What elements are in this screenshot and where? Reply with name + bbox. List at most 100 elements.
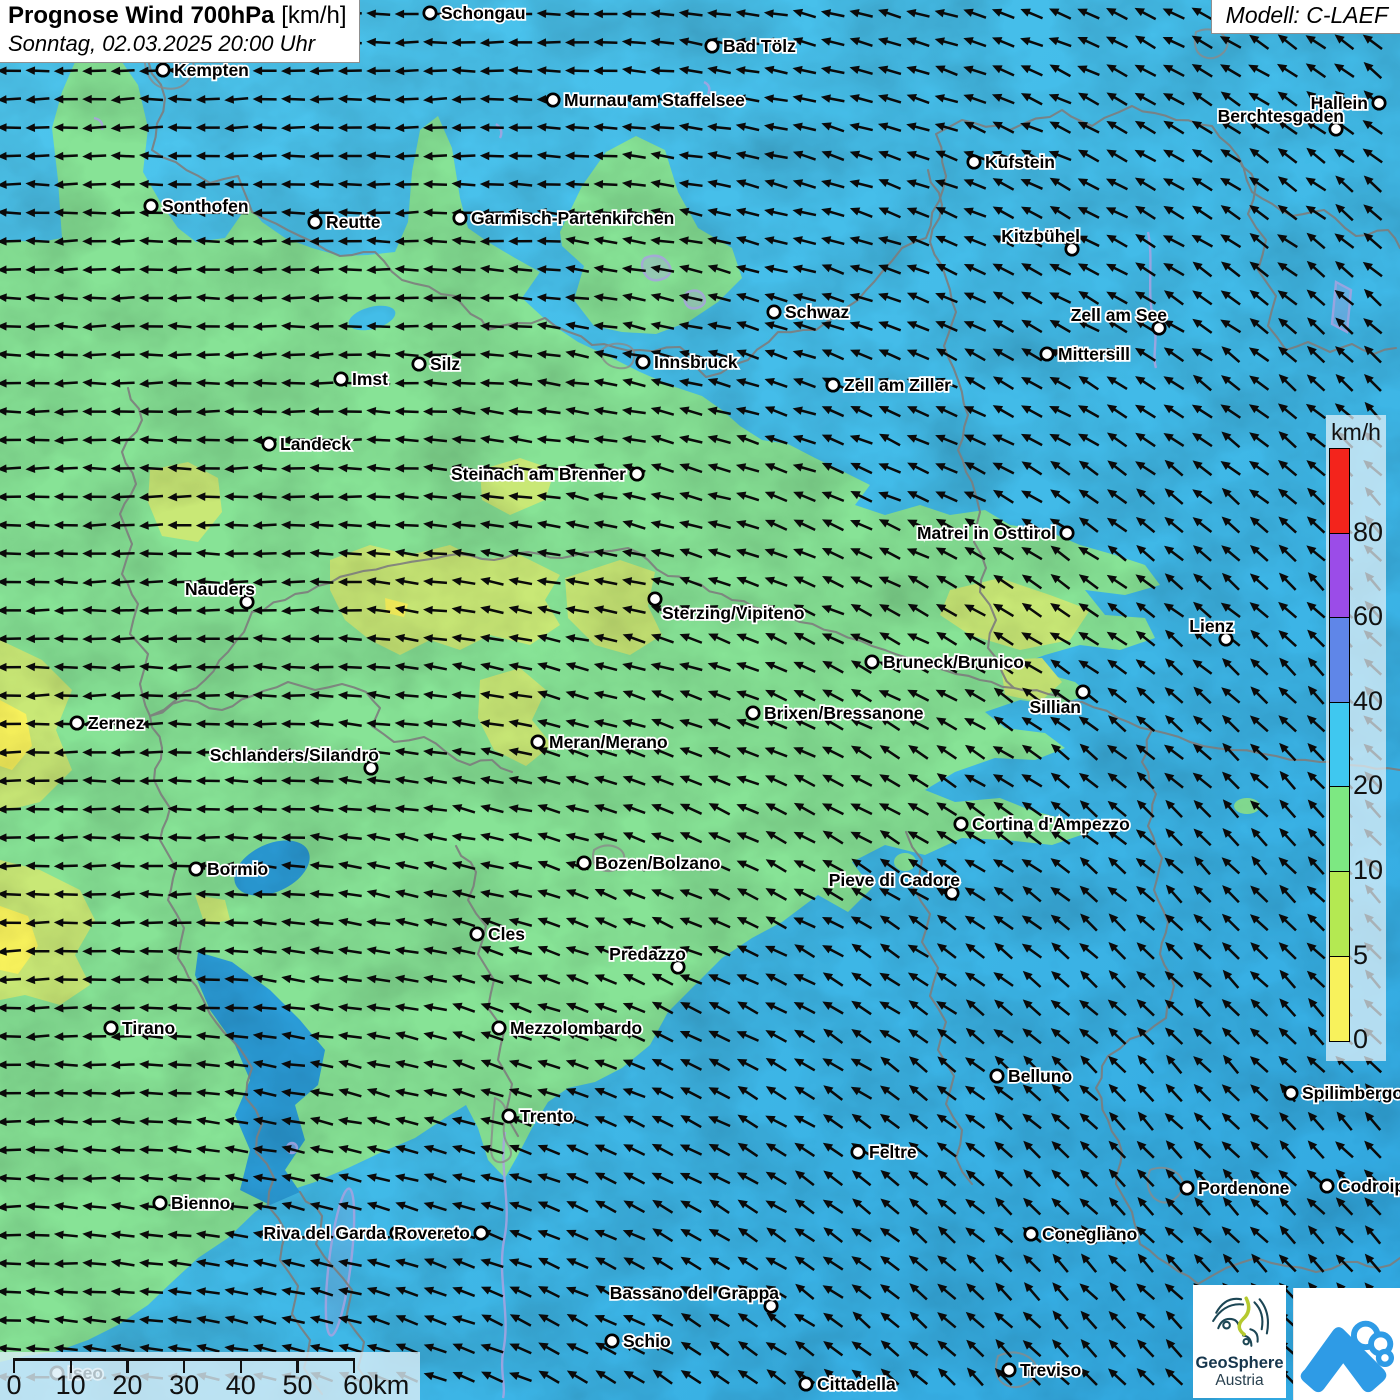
scalebar-label: 0 bbox=[6, 1370, 21, 1400]
city-label: Landeck bbox=[280, 434, 351, 454]
city-marker bbox=[1285, 1087, 1297, 1099]
city-marker bbox=[800, 1378, 812, 1390]
city-marker-group: Silz bbox=[413, 354, 461, 374]
city-label: Sonthofen bbox=[162, 196, 249, 216]
city-marker-group: Pordenone bbox=[1181, 1178, 1290, 1198]
city-marker bbox=[1321, 1180, 1333, 1192]
city-label: Rovereto bbox=[394, 1223, 470, 1243]
geosphere-logo: GeoSphere Austria bbox=[1193, 1285, 1286, 1398]
city-marker bbox=[747, 707, 759, 719]
city-label: Murnau am Staffelsee bbox=[564, 90, 745, 110]
city-label: Kempten bbox=[174, 60, 249, 80]
city-marker bbox=[968, 156, 980, 168]
city-label: Treviso bbox=[1020, 1360, 1081, 1380]
legend-tick-label: 40 bbox=[1353, 688, 1383, 715]
city-marker-group: Steinach am Brenner bbox=[451, 464, 643, 484]
page-title: Prognose Wind 700hPa [km/h] bbox=[8, 2, 347, 30]
city-marker bbox=[493, 1022, 505, 1034]
map-scalebar: 0102030405060km bbox=[0, 1352, 420, 1400]
city-marker bbox=[649, 593, 661, 605]
city-marker bbox=[157, 64, 169, 76]
city-marker bbox=[606, 1335, 618, 1347]
forecast-datetime: Sonntag, 02.03.2025 20:00 Uhr bbox=[8, 31, 347, 57]
legend-color-block bbox=[1329, 786, 1350, 872]
city-marker-group: Conegliano bbox=[1025, 1224, 1137, 1244]
city-marker-group: Cortina d'Ampezzo bbox=[955, 814, 1130, 834]
city-label: Cortina d'Ampezzo bbox=[972, 814, 1130, 834]
city-label: Matrei in Osttirol bbox=[917, 523, 1056, 543]
geosphere-country: Austria bbox=[1193, 1372, 1286, 1390]
legend-tick-label: 80 bbox=[1353, 519, 1383, 546]
legend-tick-label: 10 bbox=[1353, 857, 1383, 884]
city-marker bbox=[1181, 1182, 1193, 1194]
wind-forecast-map: Schongau Bad Tölz Kempten Murnau am Staffel… bbox=[0, 0, 1400, 1400]
city-marker-group: Spilimbergo bbox=[1285, 1083, 1400, 1103]
city-label: Bozen/Bolzano bbox=[595, 853, 720, 873]
city-label: Conegliano bbox=[1042, 1224, 1137, 1244]
city-marker bbox=[145, 200, 157, 212]
city-marker-group: Brixen/Bressanone bbox=[747, 703, 924, 723]
city-label: Bienno bbox=[171, 1193, 230, 1213]
scalebar-label: 20 bbox=[112, 1370, 142, 1400]
legend-tick-label: 5 bbox=[1353, 942, 1368, 969]
city-marker bbox=[706, 40, 718, 52]
city-marker bbox=[154, 1197, 166, 1209]
mountain-cloud-icon bbox=[1294, 1288, 1400, 1400]
city-marker-group: Bozen/Bolzano bbox=[578, 853, 721, 873]
city-marker bbox=[1003, 1364, 1015, 1376]
city-marker bbox=[424, 7, 436, 19]
city-label: Imst bbox=[352, 369, 388, 389]
city-label: Lienz bbox=[1189, 616, 1234, 636]
city-marker bbox=[631, 468, 643, 480]
city-marker bbox=[471, 928, 483, 940]
city-marker bbox=[263, 438, 275, 450]
city-marker bbox=[1025, 1228, 1037, 1240]
city-marker bbox=[547, 94, 559, 106]
legend-color-block bbox=[1329, 448, 1350, 534]
city-marker bbox=[335, 373, 347, 385]
city-label: Schlanders/Silandro bbox=[210, 745, 379, 765]
city-marker-group: Matrei in Osttirol bbox=[917, 523, 1073, 543]
city-label: Trento bbox=[520, 1106, 573, 1126]
city-marker bbox=[454, 212, 466, 224]
city-marker-group: Bruneck/Brunico bbox=[866, 652, 1024, 672]
city-marker bbox=[475, 1227, 487, 1239]
city-label: Bormio bbox=[207, 859, 268, 879]
city-label: Bassano del Grappa bbox=[610, 1283, 779, 1303]
city-label: Silz bbox=[430, 354, 460, 374]
city-label: Pordenone bbox=[1198, 1178, 1290, 1198]
city-marker bbox=[637, 356, 649, 368]
city-marker bbox=[105, 1022, 117, 1034]
city-label: Bad Tölz bbox=[723, 36, 796, 56]
city-label: Cittadella bbox=[817, 1374, 896, 1394]
city-marker-group: Murnau am Staffelsee bbox=[547, 90, 745, 110]
city-marker bbox=[503, 1110, 515, 1122]
city-marker bbox=[309, 216, 321, 228]
city-marker bbox=[413, 358, 425, 370]
geosphere-name: GeoSphere bbox=[1193, 1355, 1286, 1372]
scalebar-label: 60km bbox=[343, 1370, 409, 1400]
city-label: Meran/Merano bbox=[549, 732, 668, 752]
city-label: Schongau bbox=[441, 3, 526, 23]
city-marker-group: Meran/Merano bbox=[532, 732, 668, 752]
city-marker-group: Riva del Garda bbox=[263, 1223, 403, 1243]
city-marker bbox=[190, 863, 202, 875]
city-marker bbox=[1373, 97, 1385, 109]
city-label: Sterzing/Vipiteno bbox=[662, 603, 805, 623]
city-label: Tirano bbox=[122, 1018, 175, 1038]
legend-color-block bbox=[1329, 702, 1350, 788]
city-marker bbox=[1041, 348, 1053, 360]
legend-tick-label: 0 bbox=[1353, 1026, 1368, 1053]
city-marker bbox=[852, 1146, 864, 1158]
city-label: Riva del Garda bbox=[263, 1223, 386, 1243]
legend-tick-label: 60 bbox=[1353, 603, 1383, 630]
weather-map-screen: Schongau Bad Tölz Kempten Murnau am Staffel… bbox=[0, 0, 1400, 1400]
city-label: Predazzo bbox=[609, 944, 686, 964]
city-marker bbox=[991, 1070, 1003, 1082]
geosphere-contour-icon bbox=[1209, 1290, 1271, 1352]
city-label: Zernez bbox=[88, 713, 145, 733]
scalebar-label: 40 bbox=[226, 1370, 256, 1400]
city-label: Spilimbergo bbox=[1302, 1083, 1400, 1103]
city-marker bbox=[955, 818, 967, 830]
city-marker-group: Mezzolombardo bbox=[493, 1018, 642, 1038]
